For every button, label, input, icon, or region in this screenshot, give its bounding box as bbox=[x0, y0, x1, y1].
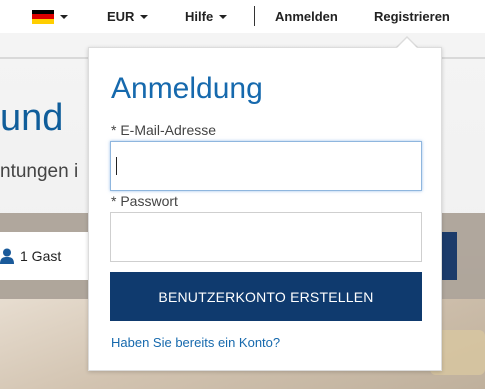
guest-count: 1 Gast bbox=[20, 248, 62, 264]
password-label: * Passwort bbox=[111, 193, 178, 209]
divider bbox=[254, 6, 255, 26]
email-field[interactable] bbox=[110, 141, 422, 191]
currency-label: EUR bbox=[107, 9, 135, 24]
panel-title: Anmeldung bbox=[111, 72, 263, 105]
person-icon bbox=[0, 248, 14, 264]
chevron-down-icon bbox=[60, 14, 68, 19]
email-label: * E-Mail-Adresse bbox=[111, 122, 217, 138]
german-flag-icon bbox=[32, 9, 54, 24]
register-label: Registrieren bbox=[374, 9, 450, 24]
register-link[interactable]: Registrieren bbox=[374, 0, 450, 33]
existing-account-link[interactable]: Haben Sie bereits ein Konto? bbox=[111, 335, 280, 350]
chevron-down-icon bbox=[219, 14, 228, 19]
search-button[interactable] bbox=[440, 232, 457, 280]
guest-selector[interactable]: 1 Gast bbox=[0, 232, 92, 280]
top-navigation-bar: EUR Hilfe Anmelden Registrieren bbox=[0, 0, 485, 33]
hero-title: und bbox=[0, 97, 64, 139]
help-menu[interactable]: Hilfe bbox=[185, 0, 228, 33]
dropdown-pointer-fill bbox=[397, 38, 417, 48]
create-account-button[interactable]: BENUTZERKONTO ERSTELLEN bbox=[110, 272, 422, 321]
login-dropdown-panel: Anmeldung * E-Mail-Adresse * Passwort BE… bbox=[88, 47, 442, 371]
language-selector[interactable] bbox=[32, 0, 68, 33]
text-cursor bbox=[116, 157, 117, 175]
login-link[interactable]: Anmelden bbox=[275, 0, 338, 33]
help-label: Hilfe bbox=[185, 9, 214, 24]
password-field[interactable] bbox=[110, 212, 422, 262]
chevron-down-icon bbox=[140, 14, 149, 19]
hero-subtitle: ntungen i bbox=[0, 161, 79, 182]
currency-selector[interactable]: EUR bbox=[107, 0, 149, 33]
login-label: Anmelden bbox=[275, 9, 338, 24]
